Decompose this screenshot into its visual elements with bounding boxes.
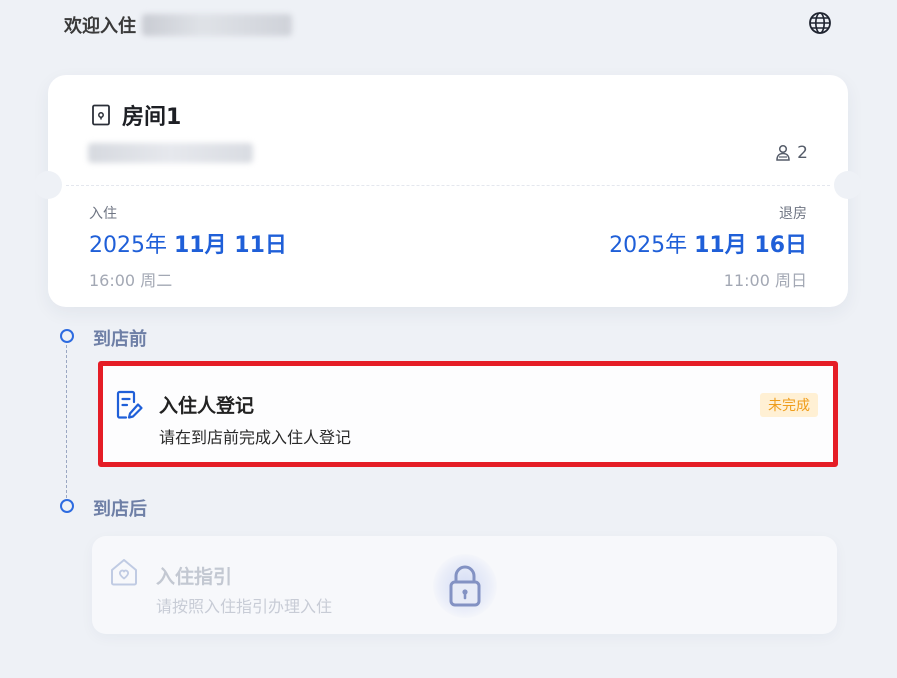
checkin-guide-title: 入住指引 bbox=[156, 566, 233, 588]
checkin-label: 入住 bbox=[89, 206, 117, 222]
room-title-text: 房间1 bbox=[122, 105, 182, 130]
room-card[interactable]: 房间1 2 入住 2025年 11月 11日 16:00 周二 退房 2025年… bbox=[34, 75, 862, 307]
checkout-info: 退房 2025年 11月 16日 11:00 周日 bbox=[609, 203, 807, 291]
guest-registration-title: 入住人登记 bbox=[159, 395, 255, 417]
door-icon bbox=[92, 104, 110, 126]
checkin-date: 2025年 11月 11日 bbox=[89, 227, 287, 259]
checkout-label: 退房 bbox=[779, 206, 807, 222]
checkout-month-day: 11月 16日 bbox=[694, 233, 807, 258]
checkin-month-day: 11月 11日 bbox=[174, 233, 287, 258]
guest-count-value: 2 bbox=[797, 143, 808, 163]
people-icon bbox=[776, 144, 790, 161]
ticket-notch-right bbox=[834, 171, 862, 199]
guest-count: 2 bbox=[775, 143, 808, 163]
welcome-text: 欢迎入住 bbox=[64, 16, 136, 37]
checkin-year: 2025年 bbox=[89, 233, 167, 258]
checkout-date: 2025年 11月 16日 bbox=[609, 227, 807, 259]
checkout-year: 2025年 bbox=[609, 233, 688, 258]
after-arrival-label: 到店后 bbox=[93, 499, 147, 520]
before-arrival-label: 到店前 bbox=[93, 329, 147, 350]
globe-icon[interactable] bbox=[808, 11, 832, 35]
room-type-redacted bbox=[88, 143, 253, 163]
guest-registration-description: 请在到店前完成入住人登记 bbox=[159, 428, 352, 447]
ticket-notch-left bbox=[34, 171, 62, 199]
house-heart-icon bbox=[111, 559, 137, 586]
ticket-divider bbox=[66, 185, 830, 186]
status-badge: 未完成 bbox=[760, 393, 818, 417]
timeline-dot-after bbox=[60, 499, 74, 513]
checkin-time: 16:00 周二 bbox=[89, 271, 173, 290]
checkin-guide-card[interactable]: 入住指引 请按照入住指引办理入住 bbox=[92, 536, 837, 634]
checkin-guide-description: 请按照入住指引办理入住 bbox=[156, 597, 333, 616]
room-title: 房间1 bbox=[90, 99, 181, 131]
welcome-header: 欢迎入住 bbox=[64, 12, 292, 38]
form-edit-icon bbox=[116, 390, 143, 419]
guest-registration-card[interactable]: 入住人登记 请在到店前完成入住人登记 未完成 bbox=[98, 361, 838, 467]
lock-icon bbox=[449, 565, 481, 607]
timeline-line bbox=[66, 345, 67, 503]
checkout-time: 11:00 周日 bbox=[723, 271, 807, 290]
timeline-dot-before bbox=[60, 329, 74, 343]
hotel-name-redacted bbox=[142, 14, 292, 36]
checkin-info: 入住 2025年 11月 11日 16:00 周二 bbox=[89, 203, 287, 291]
